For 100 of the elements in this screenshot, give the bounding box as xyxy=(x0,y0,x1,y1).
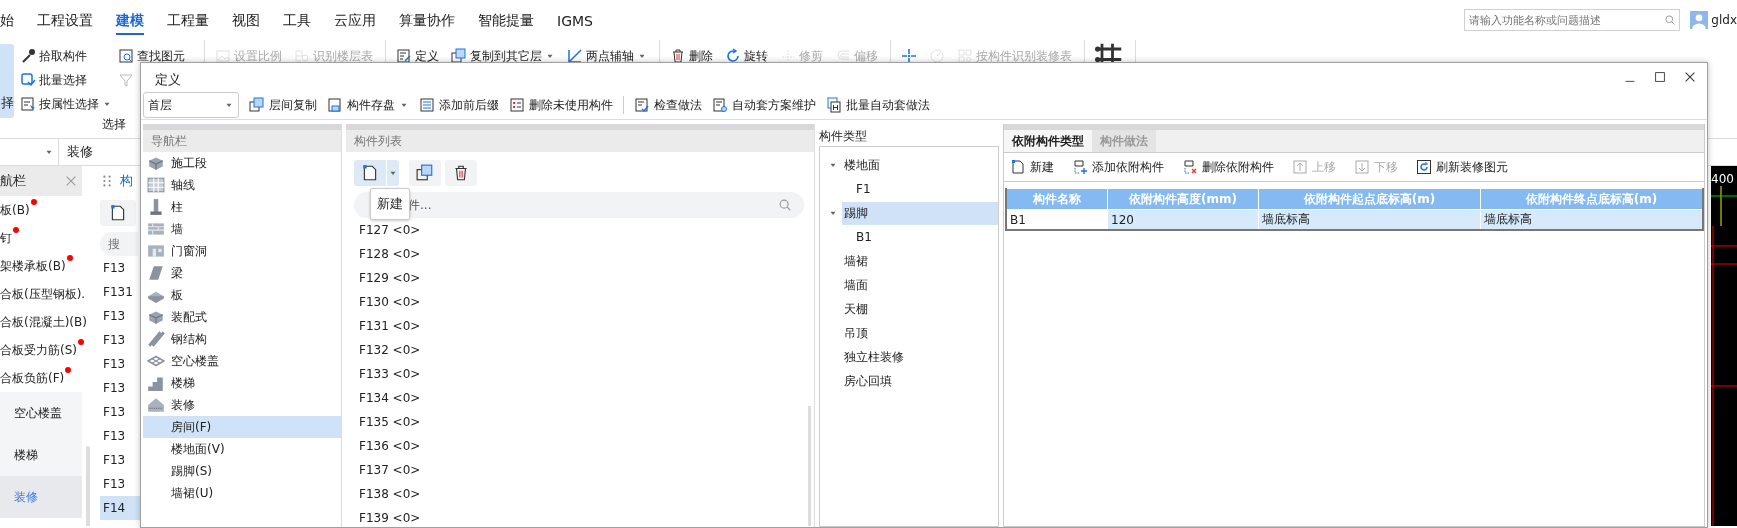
nav-item[interactable]: 合板受力筋(S) xyxy=(0,341,77,359)
list-item[interactable]: F129 <0> xyxy=(346,266,814,290)
toolbar-button[interactable]: 层间复制 xyxy=(249,96,317,114)
list-item[interactable]: F13 xyxy=(100,424,140,448)
nav-section[interactable]: 空心楼盖 xyxy=(0,392,82,434)
nav-item[interactable]: 空心楼盖 xyxy=(143,350,341,372)
menu-tab[interactable]: IGMS xyxy=(557,6,593,34)
menu-tab[interactable]: 工程设置 xyxy=(37,5,93,35)
nav-item[interactable]: 轴线 xyxy=(143,174,341,196)
tree-item[interactable]: 吊顶 xyxy=(842,321,998,345)
toolbar-button[interactable]: 添加前后缀 xyxy=(419,96,499,114)
list-item[interactable]: F131 <0> xyxy=(346,314,814,338)
copy-button[interactable] xyxy=(409,160,441,186)
menu-tab[interactable]: 工程量 xyxy=(167,5,209,35)
select-button[interactable]: 择 xyxy=(0,44,14,118)
nav-item[interactable]: 墙裙(U) xyxy=(143,482,341,504)
search-field[interactable]: 请输入功能名称或问题描述 xyxy=(1464,9,1681,31)
close-icon[interactable] xyxy=(1683,70,1697,84)
tree-item[interactable]: 墙面 xyxy=(842,273,998,297)
delete-button[interactable] xyxy=(445,160,477,186)
toolbar-button[interactable]: 删除未使用构件 xyxy=(509,96,613,114)
toolbar-button[interactable]: 检查做法 xyxy=(634,96,702,114)
floor-dropdown[interactable]: 首层 xyxy=(143,92,239,118)
list-item[interactable]: F13 xyxy=(100,328,140,352)
list-item[interactable]: F132 <0> xyxy=(346,338,814,362)
menu-tab[interactable]: 工具 xyxy=(283,5,311,35)
new-button[interactable] xyxy=(100,200,136,226)
list-item[interactable]: F13 xyxy=(100,352,140,376)
toolbar-button[interactable]: 删除依附构件 xyxy=(1182,158,1274,176)
ribbon-button[interactable]: 旋转 xyxy=(725,44,768,68)
list-item[interactable]: F139 <0> xyxy=(346,506,814,527)
list-item[interactable]: F136 <0> xyxy=(346,434,814,458)
tree-item[interactable]: B1 xyxy=(854,227,998,247)
tab[interactable]: 依附构件类型 xyxy=(1004,130,1092,152)
maximize-icon[interactable] xyxy=(1653,70,1667,84)
search-field[interactable]: 搜 xyxy=(100,232,138,256)
tree-item[interactable]: 房心回填 xyxy=(842,369,998,393)
ribbon-button[interactable]: 按属性选择 xyxy=(20,92,106,116)
nav-item[interactable]: 装修 xyxy=(143,394,341,416)
nav-item[interactable]: 合板(混凝土)(B) xyxy=(0,313,87,331)
toolbar-button[interactable]: 刷新装修图元 xyxy=(1416,158,1508,176)
toolbar-button[interactable]: 批量自动套做法 xyxy=(826,96,930,114)
nav-section[interactable]: 装修 xyxy=(0,476,82,518)
list-item[interactable]: F127 <0> xyxy=(346,218,814,242)
tree-item[interactable]: 墙裙 xyxy=(842,249,998,273)
nav-item[interactable]: 合板负筋(F) xyxy=(0,369,65,387)
toolbar-button[interactable]: 添加依附构件 xyxy=(1072,158,1164,176)
nav-item[interactable]: 门窗洞 xyxy=(143,240,341,262)
menu-tab[interactable]: 云应用 xyxy=(334,5,376,35)
list-item[interactable]: F14 xyxy=(100,496,140,520)
list-item[interactable]: F134 <0> xyxy=(346,386,814,410)
nav-item[interactable]: 钢结构 xyxy=(143,328,341,350)
nav-item[interactable]: 钉 xyxy=(0,229,12,247)
list-item[interactable]: F13 xyxy=(100,472,140,496)
menu-tab[interactable]: 算量协作 xyxy=(399,5,455,35)
nav-section[interactable]: 楼梯 xyxy=(0,434,82,476)
menu-tab[interactable]: 智能提量 xyxy=(478,5,534,35)
tree-item[interactable]: F1 xyxy=(854,179,998,199)
toolbar-button[interactable]: 构件存盘 xyxy=(327,96,409,114)
list-item[interactable]: F13 xyxy=(100,376,140,400)
toolbar-button[interactable]: 新建 xyxy=(1010,158,1054,176)
ribbon-button[interactable]: 两点辅轴 xyxy=(567,44,647,68)
panel-tab[interactable]: 构 xyxy=(120,172,133,190)
ribbon-button[interactable]: 删除 xyxy=(670,44,713,68)
tree-item[interactable]: 踢脚 xyxy=(842,201,998,225)
list-item[interactable]: F13 xyxy=(100,256,140,280)
nav-item[interactable]: 楼地面(V) xyxy=(143,438,341,460)
nav-item[interactable]: 装配式 xyxy=(143,306,341,328)
tree-item[interactable]: 楼地面 xyxy=(842,153,998,177)
ribbon-button[interactable]: 拾取构件 xyxy=(20,44,106,68)
menu-tab[interactable]: 建模 xyxy=(116,5,144,35)
nav-item[interactable]: 踢脚(S) xyxy=(143,460,341,482)
scroll-bar[interactable] xyxy=(86,446,90,526)
list-item[interactable]: F138 <0> xyxy=(346,482,814,506)
tree-item[interactable]: 独立柱装修 xyxy=(842,345,998,369)
list-item[interactable]: F130 <0> xyxy=(346,290,814,314)
scroll-bar[interactable] xyxy=(808,406,811,526)
list-item[interactable]: F135 <0> xyxy=(346,410,814,434)
list-item[interactable]: F133 <0> xyxy=(346,362,814,386)
ribbon-button[interactable]: 复制到其它层 xyxy=(451,44,555,68)
nav-item[interactable]: 梁 xyxy=(143,262,341,284)
list-item[interactable]: F13 xyxy=(100,400,140,424)
nav-item[interactable]: 楼梯 xyxy=(143,372,341,394)
menu-tab[interactable]: 始 xyxy=(0,5,14,35)
nav-item[interactable]: 架楼承板(B) xyxy=(0,257,66,275)
list-item[interactable]: F13 xyxy=(100,304,140,328)
ribbon-button[interactable]: 批量选择 xyxy=(20,68,106,92)
nav-item[interactable]: 房间(F) xyxy=(143,416,341,438)
nav-item[interactable]: 板(B) xyxy=(0,201,30,219)
menu-tab[interactable]: 视图 xyxy=(232,5,260,35)
nav-item[interactable]: 墙 xyxy=(143,218,341,240)
nav-item[interactable]: 板 xyxy=(143,284,341,306)
nav-item[interactable]: 柱 xyxy=(143,196,341,218)
toolbar-button[interactable]: 自动套方案维护 xyxy=(712,96,816,114)
list-item[interactable]: F131 xyxy=(100,280,140,304)
new-button[interactable] xyxy=(354,160,386,186)
list-item[interactable]: F137 <0> xyxy=(346,458,814,482)
list-item[interactable]: F13 xyxy=(100,448,140,472)
ribbon-button[interactable]: 定义 xyxy=(396,44,439,68)
nav-item[interactable]: 合板(压型钢板). xyxy=(0,285,86,303)
